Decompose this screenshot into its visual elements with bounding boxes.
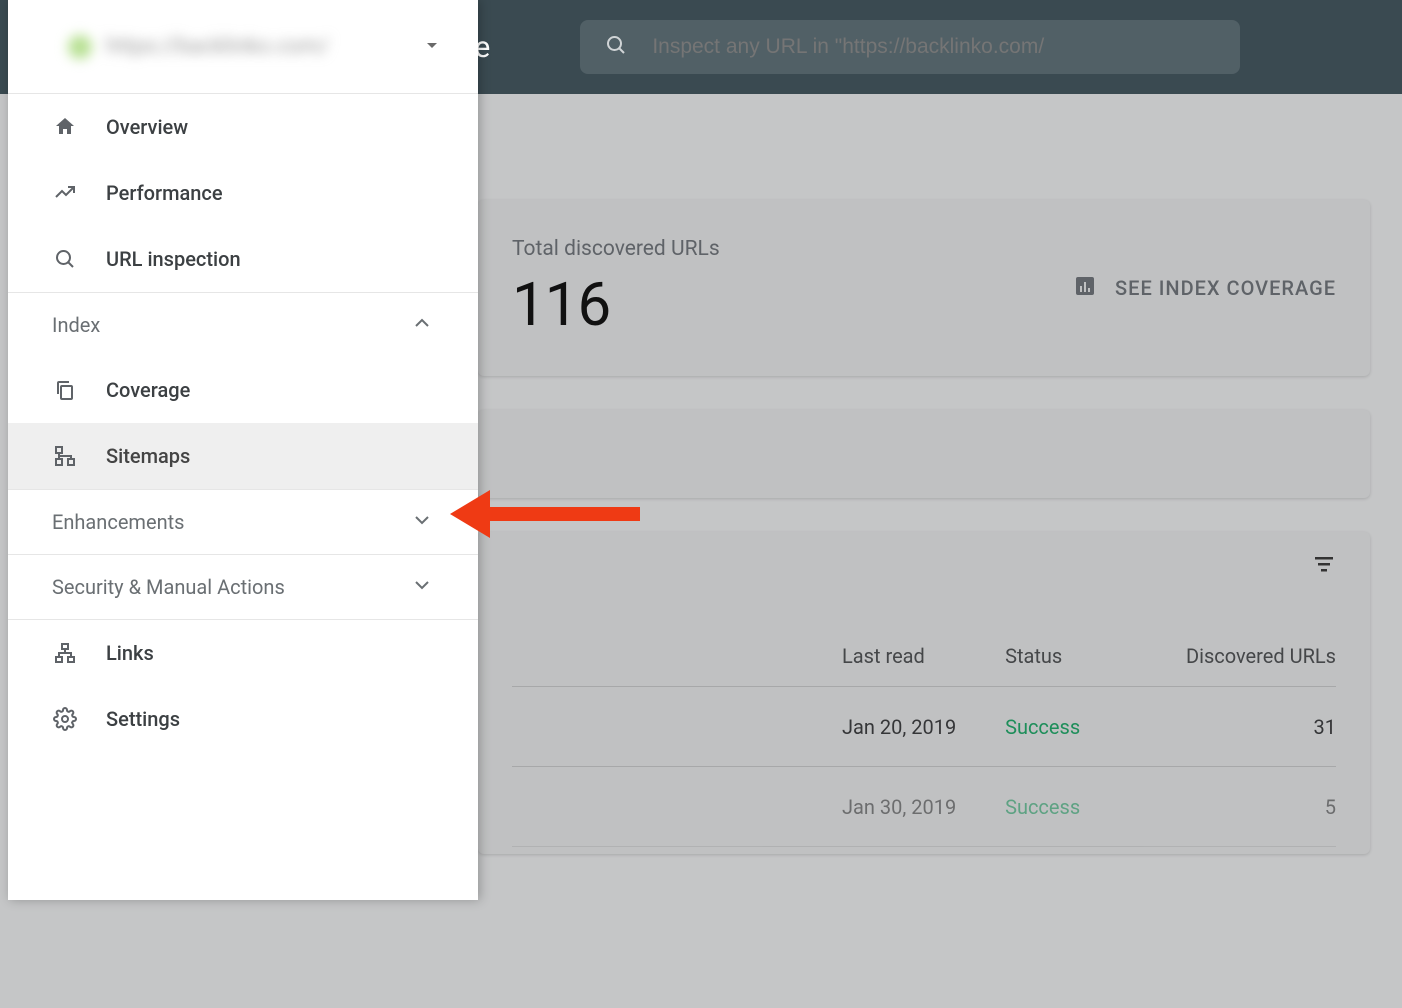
property-name-blurred: https://backlinko.com/ xyxy=(68,34,329,59)
col-discovered-urls[interactable]: Discovered URLs xyxy=(1168,644,1336,668)
sidebar-item-sitemaps[interactable]: Sitemaps xyxy=(8,423,478,489)
chevron-down-icon xyxy=(410,573,434,602)
table-row[interactable]: Jan 20, 2019 Success 31 xyxy=(512,687,1336,767)
navigation-sidebar: https://backlinko.com/ Overview Performa… xyxy=(8,0,478,900)
sidebar-item-overview[interactable]: Overview xyxy=(8,94,478,160)
discovered-urls-label: Total discovered URLs xyxy=(512,237,720,261)
discovered-urls-card: Total discovered URLs 116 SEE INDEX COVE… xyxy=(478,200,1370,376)
col-last-read[interactable]: Last read xyxy=(842,644,1005,668)
chevron-down-icon xyxy=(410,508,434,537)
table-header-row: Last read Status Discovered URLs xyxy=(512,644,1336,687)
gear-icon xyxy=(52,707,78,731)
sidebar-item-settings[interactable]: Settings xyxy=(8,686,478,752)
chevron-up-icon xyxy=(410,311,434,340)
trend-icon xyxy=(52,181,78,205)
sidebar-item-coverage[interactable]: Coverage xyxy=(8,357,478,423)
sidebar-section-enhancements[interactable]: Enhancements xyxy=(8,490,478,554)
sidebar-item-url-inspection[interactable]: URL inspection xyxy=(8,226,478,292)
url-inspect-search[interactable] xyxy=(580,20,1240,74)
sitemap-icon xyxy=(52,444,78,468)
cell-status: Success xyxy=(1005,795,1168,819)
property-favicon-icon xyxy=(68,35,92,59)
sidebar-item-label: URL inspection xyxy=(106,247,241,271)
search-icon xyxy=(52,247,78,271)
col-status[interactable]: Status xyxy=(1005,644,1168,668)
table-row[interactable]: Jan 30, 2019 Success 5 xyxy=(512,767,1336,847)
section-label: Security & Manual Actions xyxy=(52,575,285,599)
sidebar-item-performance[interactable]: Performance xyxy=(8,160,478,226)
sidebar-item-label: Performance xyxy=(106,181,223,205)
cell-discovered: 5 xyxy=(1168,795,1336,819)
sidebar-item-label: Overview xyxy=(106,115,188,139)
sidebar-item-label: Settings xyxy=(106,707,180,731)
chevron-down-icon xyxy=(420,33,444,61)
cell-last-read: Jan 30, 2019 xyxy=(842,795,1005,819)
sidebar-item-label: Sitemaps xyxy=(106,444,190,468)
see-index-coverage-button[interactable]: SEE INDEX COVERAGE xyxy=(1073,274,1336,303)
arrow-shaft xyxy=(490,507,640,521)
links-icon xyxy=(52,641,78,665)
sidebar-section-security[interactable]: Security & Manual Actions xyxy=(8,555,478,619)
filter-icon[interactable] xyxy=(1312,552,1336,580)
cell-last-read: Jan 20, 2019 xyxy=(842,715,1005,739)
sidebar-item-links[interactable]: Links xyxy=(8,620,478,686)
url-inspect-input[interactable] xyxy=(652,35,1216,59)
bar-chart-icon xyxy=(1073,274,1097,303)
search-icon xyxy=(604,33,628,61)
copy-icon xyxy=(52,378,78,402)
home-icon xyxy=(52,115,78,139)
sitemaps-table-card: Last read Status Discovered URLs Jan 20,… xyxy=(478,532,1370,854)
section-label: Enhancements xyxy=(52,510,184,534)
property-selector[interactable]: https://backlinko.com/ xyxy=(8,0,478,94)
sidebar-item-label: Links xyxy=(106,641,154,665)
sidebar-section-index[interactable]: Index xyxy=(8,293,478,357)
cell-status: Success xyxy=(1005,715,1168,739)
titlebar-spacer xyxy=(478,94,1402,200)
card-spacer xyxy=(478,410,1370,498)
discovered-urls-value: 116 xyxy=(512,269,720,340)
annotation-arrow xyxy=(450,490,640,538)
sidebar-item-label: Coverage xyxy=(106,378,190,402)
arrow-head-icon xyxy=(450,490,490,538)
cell-discovered: 31 xyxy=(1168,715,1336,739)
see-index-coverage-label: SEE INDEX COVERAGE xyxy=(1115,276,1336,300)
section-label: Index xyxy=(52,313,100,337)
